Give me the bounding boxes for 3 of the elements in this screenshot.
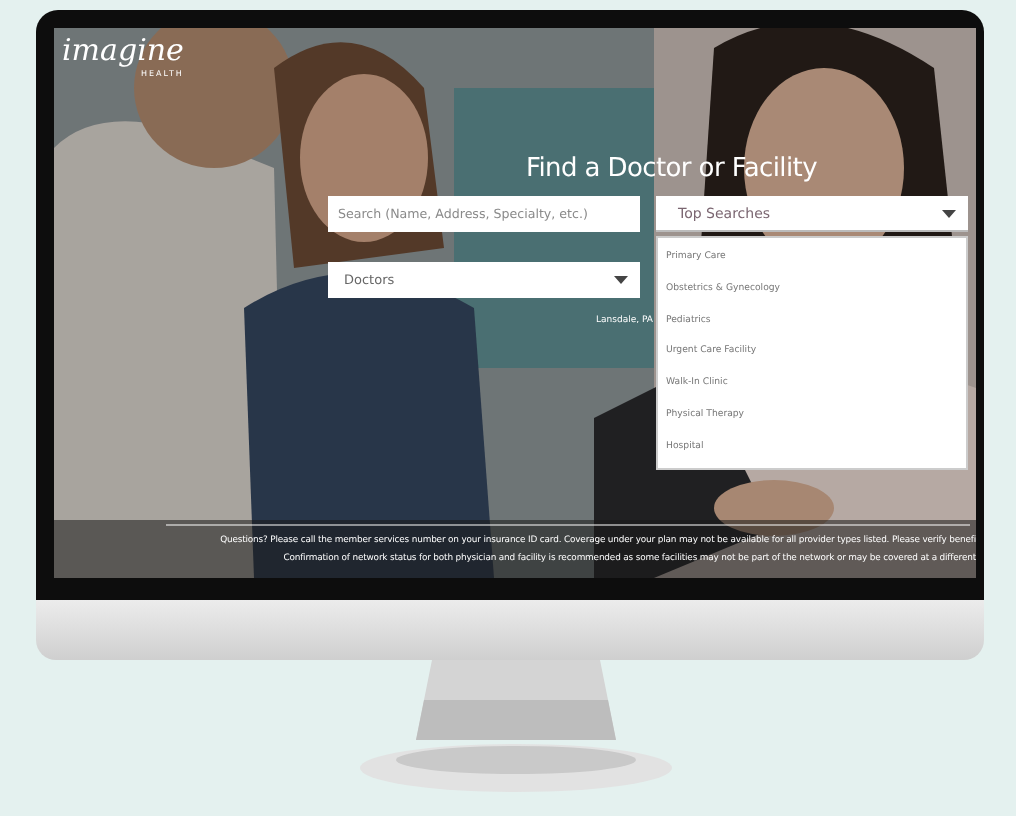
logo-wordmark: imagine [62, 36, 184, 66]
caret-icon [614, 276, 628, 284]
caret-icon [942, 209, 956, 217]
